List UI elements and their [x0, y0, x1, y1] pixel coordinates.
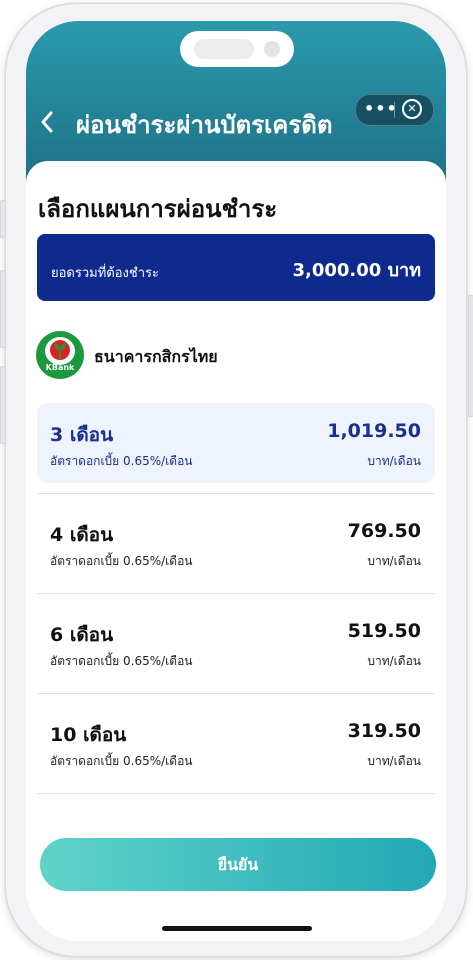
- plan-months: 6 เดือน: [50, 624, 114, 646]
- plan-option-4-months[interactable]: 4 เดือน อัตราดอกเบี้ย 0.65%/เดือน 769.50…: [37, 503, 435, 594]
- plan-amount: 769.50: [347, 520, 421, 542]
- phone-volume-up: [0, 270, 6, 348]
- plan-amount: 519.50: [347, 620, 421, 642]
- plan-list: 3 เดือน อัตราดอกเบี้ย 0.65%/เดือน 1,019.…: [37, 403, 435, 794]
- plan-unit: บาท/เดือน: [367, 654, 421, 668]
- phone-screen: ผ่อนชำระผ่านบัตรเครดิต ••• ✕ เลือกแผนการ…: [26, 21, 446, 941]
- plan-unit: บาท/เดือน: [367, 454, 421, 468]
- chevron-left-icon[interactable]: [40, 107, 60, 137]
- dynamic-island: [180, 31, 294, 67]
- divider: [37, 493, 435, 494]
- bank-row: KBank ธนาคารกสิกรไทย: [36, 331, 436, 381]
- plan-months: 10 เดือน: [50, 724, 127, 746]
- divider: [37, 593, 435, 594]
- section-title: เลือกแผนการผ่อนชำระ: [38, 195, 278, 223]
- plan-option-10-months[interactable]: 10 เดือน อัตราดอกเบี้ย 0.65%/เดือน 319.5…: [37, 703, 435, 794]
- plan-unit: บาท/เดือน: [367, 754, 421, 768]
- total-amount-card: ยอดรวมที่ต้องชำระ 3,000.00 บาท: [37, 234, 435, 301]
- close-circle-icon[interactable]: ✕: [402, 99, 422, 119]
- phone-power-button: [468, 295, 473, 417]
- plan-unit: บาท/เดือน: [367, 554, 421, 568]
- plan-months: 4 เดือน: [50, 524, 114, 546]
- confirm-button[interactable]: ยืนยัน: [40, 838, 436, 891]
- plan-option-3-months[interactable]: 3 เดือน อัตราดอกเบี้ย 0.65%/เดือน 1,019.…: [37, 403, 435, 494]
- bank-name: ธนาคารกสิกรไทย: [94, 347, 218, 366]
- page-title: ผ่อนชำระผ่านบัตรเครดิต: [76, 111, 333, 139]
- plan-amount: 319.50: [347, 720, 421, 742]
- phone-side-button: [0, 200, 6, 238]
- plan-rate: อัตราดอกเบี้ย 0.65%/เดือน: [50, 454, 193, 468]
- home-indicator: [162, 926, 312, 931]
- kbank-logo-text: KBank: [45, 363, 75, 372]
- kbank-logo-icon: KBank: [36, 331, 84, 379]
- total-amount: 3,000.00 บาท: [292, 260, 422, 281]
- mini-program-capsule[interactable]: ••• ✕: [355, 94, 434, 126]
- plan-rate: อัตราดอกเบี้ย 0.65%/เดือน: [50, 554, 193, 568]
- phone-volume-down: [0, 366, 6, 444]
- total-label: ยอดรวมที่ต้องชำระ: [51, 266, 159, 281]
- plan-option-6-months[interactable]: 6 เดือน อัตราดอกเบี้ย 0.65%/เดือน 519.50…: [37, 603, 435, 694]
- plan-amount: 1,019.50: [327, 420, 421, 442]
- content-sheet: เลือกแผนการผ่อนชำระ ยอดรวมที่ต้องชำระ 3,…: [26, 161, 446, 941]
- more-dots-icon[interactable]: •••: [364, 97, 397, 123]
- plan-months: 3 เดือน: [50, 424, 114, 446]
- plan-rate: อัตราดอกเบี้ย 0.65%/เดือน: [50, 654, 193, 668]
- divider: [37, 693, 435, 694]
- divider: [37, 793, 435, 794]
- plan-rate: อัตราดอกเบี้ย 0.65%/เดือน: [50, 754, 193, 768]
